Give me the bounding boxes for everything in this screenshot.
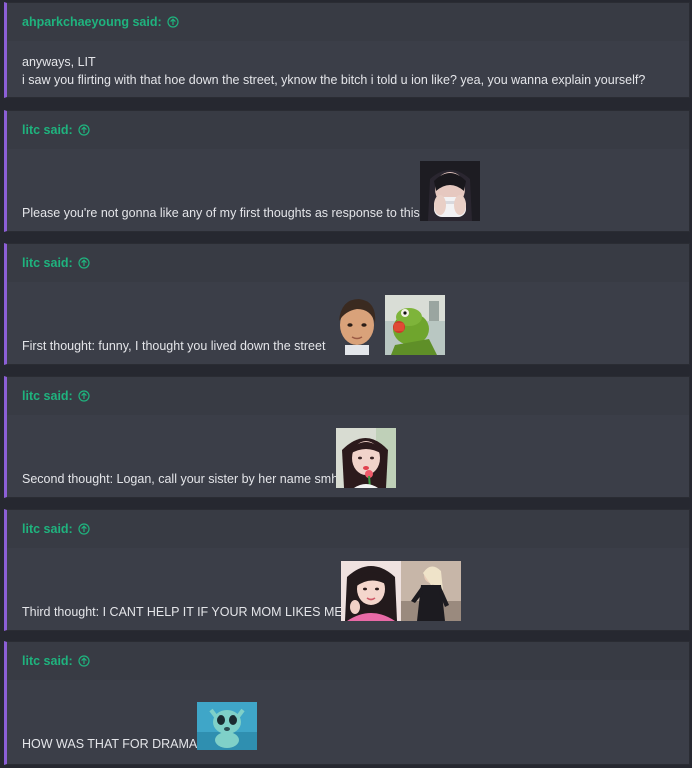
quote-text: HOW WAS THAT FOR DRAMA — [22, 737, 198, 751]
alien-baby-meme-photo — [197, 702, 258, 750]
quote-author-link[interactable]: ahparkchaeyoung said: — [22, 15, 162, 29]
woman-in-pink-photo — [340, 561, 401, 621]
quote-block: litc said: HOW WAS THAT FOR DRAMA — [4, 641, 690, 765]
quote-author-link[interactable]: litc said: — [22, 389, 73, 403]
quote-author-link[interactable]: litc said: — [22, 522, 73, 536]
quote-thread: ahparkchaeyoung said: anyways, LIT i saw… — [0, 0, 692, 768]
quote-header: litc said: — [7, 377, 689, 415]
quote-text-line: anyways, LIT — [22, 55, 96, 69]
quote-text-line: i saw you flirting with that hoe down th… — [22, 73, 646, 87]
quote-body: First thought: funny, I thought you live… — [7, 282, 689, 364]
quote-header: litc said: — [7, 111, 689, 149]
arrow-up-circle-icon[interactable] — [78, 257, 90, 269]
quote-header: litc said: — [7, 642, 689, 680]
quote-text: Second thought: Logan, call your sister … — [22, 472, 339, 486]
quote-header: litc said: — [7, 244, 689, 282]
woman-in-black-outfit-photo — [400, 561, 461, 621]
quote-header: litc said: — [7, 510, 689, 548]
girl-with-flower-photo — [336, 428, 397, 488]
arrow-up-circle-icon[interactable] — [78, 655, 90, 667]
quote-author-link[interactable]: litc said: — [22, 256, 73, 270]
quote-content-row: First thought: funny, I thought you live… — [22, 295, 446, 355]
quote-content-row: HOW WAS THAT FOR DRAMA — [22, 702, 258, 753]
arrow-up-circle-icon[interactable] — [167, 16, 179, 28]
woman-covering-mouth-photo — [419, 161, 480, 221]
quote-content-row: Third thought: I CANT HELP IT IF YOUR MO… — [22, 561, 461, 621]
quote-block: ahparkchaeyoung said: anyways, LIT i saw… — [4, 2, 690, 98]
quote-body: Second thought: Logan, call your sister … — [7, 415, 689, 497]
quote-body: Please you're not gonna like any of my f… — [7, 149, 689, 231]
quote-author-link[interactable]: litc said: — [22, 654, 73, 668]
quote-text: Please you're not gonna like any of my f… — [22, 206, 420, 220]
young-man-face-photo — [333, 295, 382, 355]
quote-content-row: Please you're not gonna like any of my f… — [22, 161, 480, 222]
quote-author-link[interactable]: litc said: — [22, 123, 73, 137]
quote-content-row: Second thought: Logan, call your sister … — [22, 428, 397, 488]
arrow-up-circle-icon[interactable] — [78, 523, 90, 535]
quote-text: Third thought: I CANT HELP IT IF YOUR MO… — [22, 605, 343, 619]
quote-block: litc said: Third thought: I CANT HELP IT… — [4, 509, 690, 631]
arrow-up-circle-icon[interactable] — [78, 124, 90, 136]
quote-block: litc said: Please you're not gonna like … — [4, 110, 690, 232]
arrow-up-circle-icon[interactable] — [78, 390, 90, 402]
quote-header: ahparkchaeyoung said: — [7, 3, 689, 41]
quote-body: anyways, LIT i saw you flirting with tha… — [7, 41, 689, 97]
kermit-sipping-tea-photo — [385, 295, 446, 355]
quote-body: Third thought: I CANT HELP IT IF YOUR MO… — [7, 548, 689, 630]
quote-body: HOW WAS THAT FOR DRAMA — [7, 680, 689, 764]
quote-block: litc said: First thought: funny, I thoug… — [4, 243, 690, 365]
quote-block: litc said: Second thought: Logan, call y… — [4, 376, 690, 498]
quote-text: First thought: funny, I thought you live… — [22, 339, 326, 353]
